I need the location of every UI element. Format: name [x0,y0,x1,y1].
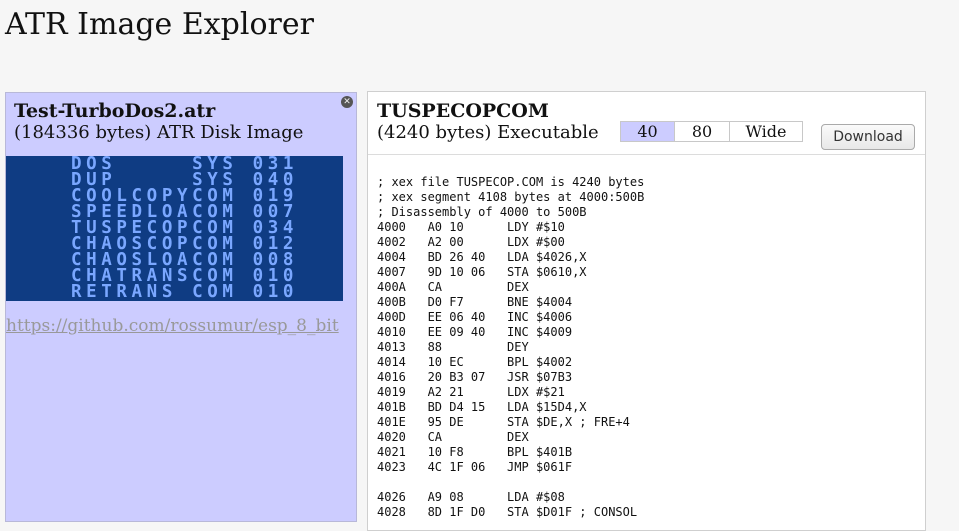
repo-link[interactable]: https://github.com/rossumur/esp_8_bit [6,315,358,337]
close-icon[interactable]: ✕ [341,96,353,108]
width-option-40[interactable]: 40 [621,122,674,141]
file-name: TUSPECOPCOM [377,100,549,122]
width-toggle: 40 80 Wide [620,121,803,142]
width-option-wide[interactable]: Wide [729,122,802,141]
width-option-80[interactable]: 80 [674,122,729,141]
disk-panel: ✕ Test-TurboDos2.atr (184336 bytes) ATR … [5,92,357,522]
directory-entry-retrans[interactable]: RETRANS COM 010 [71,283,343,301]
download-button[interactable]: Download [821,124,915,150]
file-panel: TUSPECOPCOM (4240 bytes) Executable 40 8… [367,91,926,531]
directory-listing: DOS SYS 031 DUP SYS 040 COOLCOPYCOM 019 … [6,155,343,301]
file-size: (4240 bytes) Executable [377,122,599,143]
disk-name: Test-TurboDos2.atr [14,100,216,122]
disk-size: (184336 bytes) ATR Disk Image [14,122,304,143]
file-header: TUSPECOPCOM (4240 bytes) Executable 40 8… [368,92,925,155]
app-title: ATR Image Explorer [5,7,314,42]
disassembly-listing: ; xex file TUSPECOP.COM is 4240 bytes ; … [377,175,645,519]
